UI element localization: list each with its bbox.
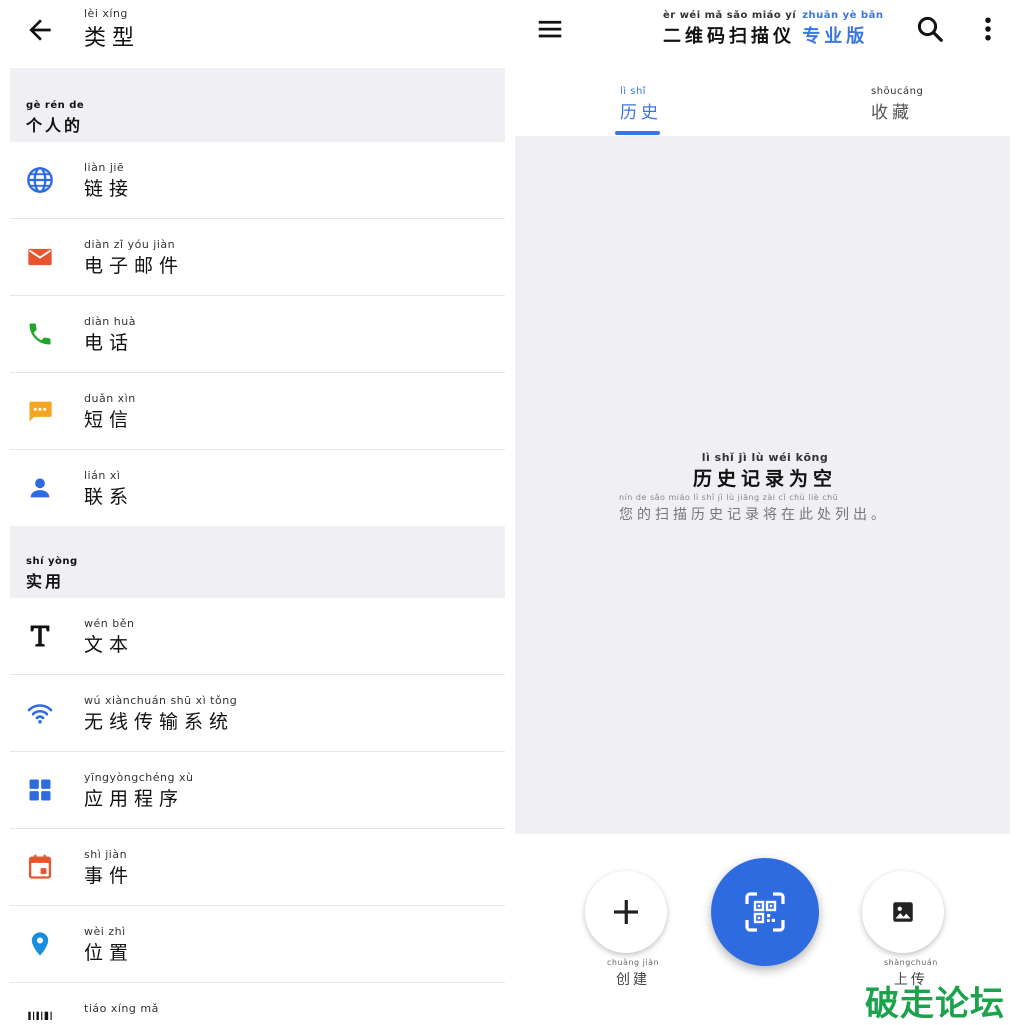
list-item-contact[interactable]: lián xì 联系 [10,450,505,527]
contact-icon [30,478,50,498]
list-item-text[interactable]: wén běn 文本 [10,598,505,675]
tab-history[interactable]: lì shǐ 历史 [620,86,662,123]
sms-icon [29,401,52,422]
plus-icon [614,900,638,924]
qr-scan-icon [745,892,785,932]
upload-image-button[interactable] [862,871,944,953]
list-item-wifi[interactable]: wú xiànchuán shū xì tǒng 无线传输系统 [10,675,505,752]
type-list-screen: lèi xíng 类型 gè rén de 个人的 liàn jiē 链接 dià… [0,0,515,1020]
list-item-email[interactable]: diàn zǐ yóu jiàn 电子邮件 [10,219,505,296]
item-label: 联系 [84,486,135,508]
history-list-empty: lì shǐ jì lù wéi kōng 历史记录为空 nín de sǎo … [515,136,1010,834]
app-title-main: èr wéi mǎ sǎo miáo yí 二维码扫描仪 [663,10,797,47]
email-icon [28,248,52,266]
item-label: 短信 [84,409,135,431]
list-item-phone[interactable]: diàn huà 电话 [10,296,505,373]
search-icon[interactable] [915,14,945,44]
item-label: 位置 [84,942,135,964]
item-label: 链接 [84,178,135,200]
app-bar: èr wéi mǎ sǎo miáo yí 二维码扫描仪 zhuān yè bǎ… [515,0,1020,68]
text-icon [30,625,50,647]
tab-bar: lì shǐ 历史 shōucáng 收藏 [515,68,1020,136]
globe-icon [27,167,53,193]
section-header-utility: shí yòng 实用 [10,526,505,598]
apps-icon [29,779,51,801]
item-label: 无线传输系统 [84,711,235,733]
list-item-link[interactable]: liàn jiē 链接 [10,142,505,219]
image-icon [893,902,913,922]
barcode-icon [28,1011,52,1020]
more-vert-icon[interactable] [977,14,999,44]
list-item-location[interactable]: wèi zhì 位置 [10,906,505,983]
create-label: chuàng jiàn 创建 [607,958,660,988]
list-item-sms[interactable]: duǎn xìn 短信 [10,373,505,450]
scan-button[interactable] [711,858,819,966]
hamburger-menu-icon[interactable] [535,14,565,44]
page-title: lèi xíng 类型 [84,7,141,52]
item-label: 文本 [84,634,135,656]
back-arrow-icon[interactable] [24,14,56,46]
tab-favorites[interactable]: shōucáng 收藏 [871,86,923,123]
wifi-icon [27,704,53,724]
item-label: 电子邮件 [84,255,185,277]
pro-badge: zhuān yè bǎn 专业版 [802,10,884,47]
list-item-barcode[interactable]: tiáo xíng mǎ [10,983,505,1020]
history-screen: èr wéi mǎ sǎo miáo yí 二维码扫描仪 zhuān yè bǎ… [515,0,1020,1020]
item-label: 电话 [84,332,135,354]
empty-subtitle: nín de sǎo miáo lì shǐ jì lù jiāng zài c… [619,493,889,523]
create-button[interactable] [585,871,667,953]
location-icon [31,932,49,956]
watermark-text: 破走论坛 [865,984,1005,1024]
empty-title: lì shǐ jì lù wéi kōng 历史记录为空 [693,451,838,491]
calendar-icon [28,854,52,879]
tab-indicator [615,131,660,135]
item-label: 事件 [84,865,135,887]
list-item-apps[interactable]: yīngyòngchéng xù 应用程序 [10,752,505,829]
list-item-event[interactable]: shì jiàn 事件 [10,829,505,906]
item-label: 应用程序 [84,788,185,810]
phone-icon [29,323,51,345]
top-bar: lèi xíng 类型 [0,0,515,68]
section-header-personal: gè rén de 个人的 [10,68,505,142]
app-title: èr wéi mǎ sǎo miáo yí 二维码扫描仪 zhuān yè bǎ… [663,10,883,48]
